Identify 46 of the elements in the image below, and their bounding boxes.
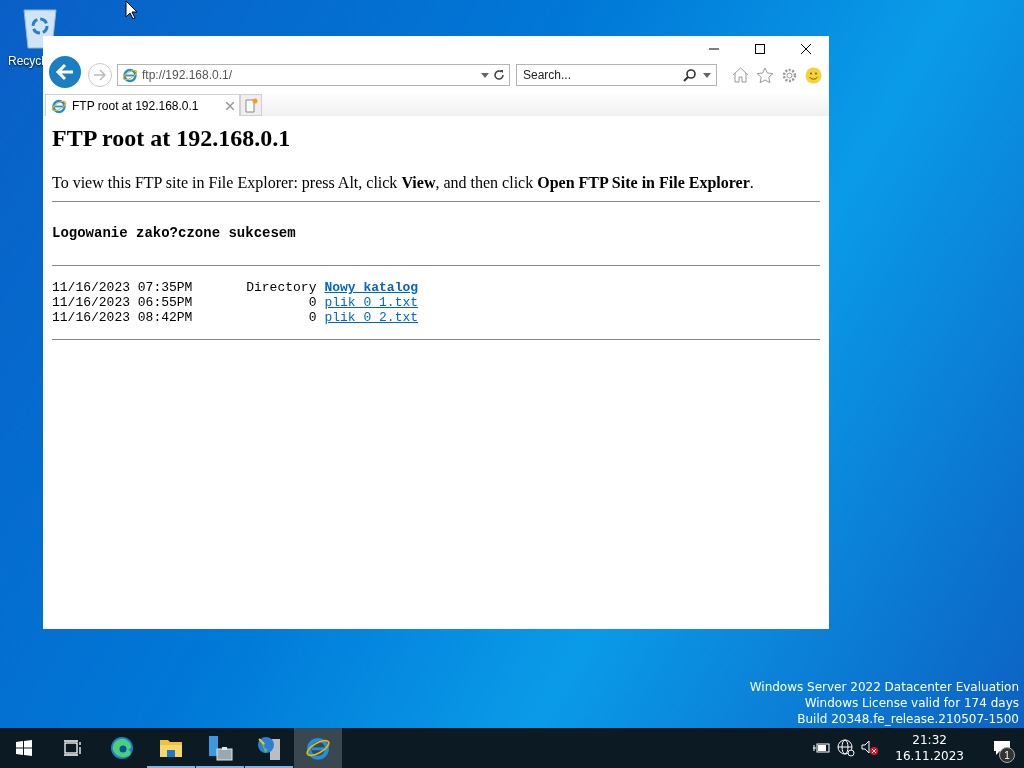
server-manager-icon: [207, 735, 233, 761]
folder-icon: [159, 738, 183, 758]
smiley-icon[interactable]: [805, 66, 822, 84]
license-text: Windows License valid for 174 days: [804, 696, 1019, 711]
search-icon[interactable]: [683, 68, 697, 82]
clock[interactable]: 21:32 16.11.2023: [885, 732, 974, 764]
dropdown-caret-icon[interactable]: [703, 72, 711, 78]
browser-tab[interactable]: FTP root at 192.168.0.1: [45, 94, 240, 116]
address-bar[interactable]: ftp://192.168.0.1/: [117, 64, 510, 86]
license-text: Windows Server 2022 Datacenter Evaluation: [749, 680, 1019, 695]
page-heading: FTP root at 192.168.0.1: [52, 124, 292, 152]
network-globe-icon[interactable]: [837, 739, 856, 757]
speaker-muted-icon[interactable]: [861, 740, 880, 756]
battery-plug-icon[interactable]: [813, 742, 832, 754]
browser-logo-icon: [51, 97, 67, 114]
file-date: 11/16/2023 08:42PM: [52, 310, 193, 325]
dropdown-caret-icon[interactable]: [481, 72, 489, 78]
desktop-icon-label: Recycl: [8, 54, 44, 68]
maximize-icon: [755, 44, 765, 54]
notification-button[interactable]: 1: [980, 728, 1024, 768]
file-date: 11/16/2023 07:35PM: [52, 280, 193, 295]
search-field[interactable]: Search...: [516, 64, 717, 86]
forward-arrow-icon: [93, 69, 107, 81]
file-date: 11/16/2023 06:55PM: [52, 295, 193, 310]
instruction-text: To view this FTP site in File Explorer: press Alt, click View, and then click Open FTP Site in File Explorer.: [52, 173, 755, 193]
file-size: 0: [307, 295, 317, 310]
browser-logo-icon: [122, 67, 138, 83]
folder-link[interactable]: Nowy katalog: [324, 280, 419, 295]
file-link[interactable]: plik 0 2.txt: [324, 310, 419, 325]
mouse-cursor-icon: [125, 0, 138, 19]
server-message: Logowanie zako?czone sukcesem: [52, 225, 297, 241]
file-link[interactable]: plik 0 1.txt: [324, 295, 419, 310]
browser-logo-icon: [305, 735, 331, 761]
windows-logo-icon: [16, 740, 32, 756]
globe-computer-icon: [256, 735, 282, 761]
task-view-icon: [64, 740, 82, 756]
back-arrow-icon: [55, 63, 75, 81]
refresh-icon[interactable]: [493, 69, 505, 81]
file-size: Directory: [245, 280, 317, 295]
close-icon: [801, 44, 811, 54]
star-icon[interactable]: [756, 66, 774, 84]
edge-browser-icon: [110, 736, 134, 760]
close-tab-icon[interactable]: [226, 101, 234, 110]
license-text: Build 20348.fe_release.210507-1500: [797, 712, 1019, 727]
file-size: 0: [307, 310, 317, 325]
settings-icon[interactable]: [781, 66, 798, 84]
